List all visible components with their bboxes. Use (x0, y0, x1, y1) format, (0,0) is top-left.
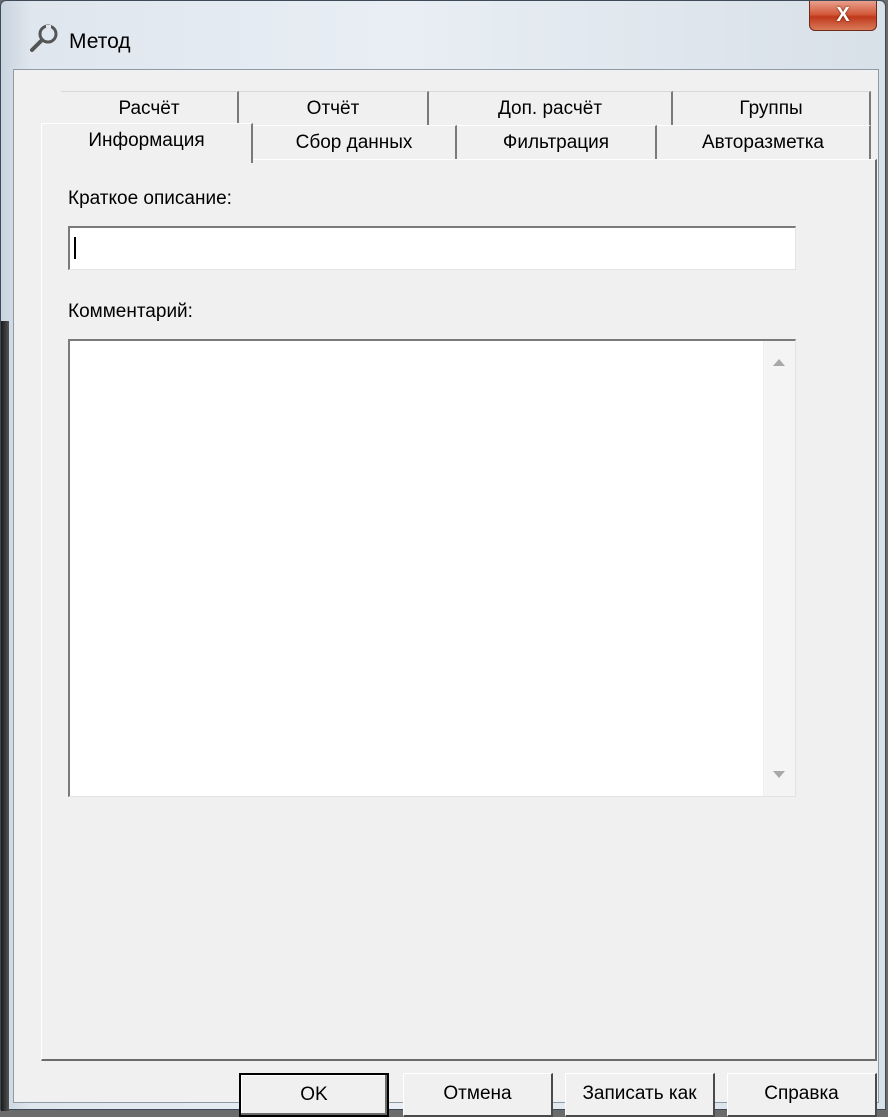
comment-label: Комментарий: (68, 301, 193, 322)
tab-raschet[interactable]: Расчёт (61, 91, 239, 125)
save-as-button[interactable]: Записать как (565, 1073, 715, 1117)
comment-textarea[interactable] (68, 339, 796, 797)
tab-dop-raschet[interactable]: Доп. расчёт (429, 91, 673, 125)
scroll-up-arrow-icon[interactable] (773, 359, 785, 366)
scroll-down-arrow-icon[interactable] (773, 771, 785, 778)
close-button[interactable]: X (809, 1, 877, 31)
help-button[interactable]: Справка (727, 1073, 877, 1117)
short-description-label: Краткое описание: (68, 188, 232, 209)
tab-avtorazmetka[interactable]: Авторазметка (657, 125, 871, 159)
tab-otchet[interactable]: Отчёт (239, 91, 429, 125)
tab-gruppy[interactable]: Группы (673, 91, 871, 125)
tab-filtraciya[interactable]: Фильтрация (457, 125, 657, 159)
title-bar[interactable]: Метод X (1, 1, 887, 69)
cancel-button[interactable]: Отмена (403, 1073, 553, 1117)
ok-button[interactable]: OK (239, 1073, 389, 1117)
window-title: Метод (69, 30, 131, 53)
short-description-input[interactable] (68, 226, 796, 270)
close-icon: X (836, 4, 850, 26)
wrench-icon (30, 24, 58, 52)
window-shadow-edge (1, 321, 9, 1111)
method-dialog: Метод X Расчёт Отчёт Доп. расчёт Группы … (0, 0, 887, 1117)
tab-sbor-dannyh[interactable]: Сбор данных (253, 125, 457, 159)
comment-scrollbar[interactable] (763, 341, 795, 796)
tab-informaciya[interactable]: Информация (41, 123, 253, 163)
text-caret (74, 237, 76, 259)
